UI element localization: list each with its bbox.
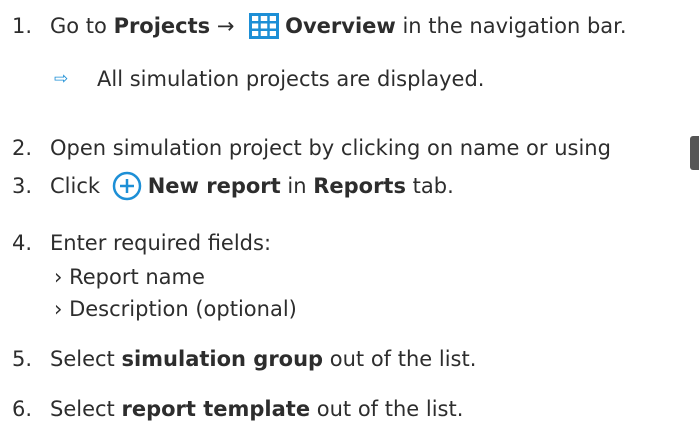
step-5: 5. Select simulation group out of the li… — [0, 346, 699, 372]
overview-label: Overview — [285, 14, 396, 38]
step-number: 4. — [12, 231, 33, 255]
step-text: Select report template out of the list. — [50, 397, 464, 421]
grid-table-icon — [249, 13, 280, 39]
step-1: 1. Go to Projects → Overview in the navi… — [0, 13, 699, 39]
step-number: 5. — [12, 347, 33, 371]
new-report-label: New report — [147, 174, 281, 198]
step-number: 1. — [12, 14, 33, 38]
step-3: 3. Click New report in Reports tab. — [0, 171, 699, 201]
step-text: Enter required fields: — [50, 231, 272, 255]
reports-label: Reports — [313, 174, 406, 198]
report-name-item: › Report name — [54, 265, 205, 289]
step-number: 3. — [12, 174, 33, 198]
step-2: 2. Open simulation project by clicking o… — [0, 135, 699, 161]
step-1-result: ⇨ All simulation projects are displayed. — [0, 66, 699, 92]
report-template-label: report template — [121, 397, 311, 421]
result-arrow-icon: ⇨ — [54, 69, 69, 89]
list-item: › Report name — [0, 264, 699, 290]
step-text: Go to Projects → Overview in the navigat… — [50, 13, 627, 39]
projects-label: Projects — [113, 14, 211, 38]
result-text: All simulation projects are displayed. — [97, 67, 485, 91]
plus-circle-icon — [112, 171, 142, 201]
cut-off-icon — [690, 136, 699, 170]
step-6: 6. Select report template out of the lis… — [0, 396, 699, 422]
description-item: › Description (optional) — [54, 297, 297, 321]
simulation-group-label: simulation group — [121, 347, 324, 371]
list-item: › Description (optional) — [0, 296, 699, 322]
step-4: 4. Enter required fields: — [0, 230, 699, 256]
step-text: Open simulation project by clicking on n… — [50, 136, 611, 160]
step-text: Select simulation group out of the list. — [50, 347, 477, 371]
step-text: Click New report in Reports tab. — [50, 171, 454, 201]
step-number: 2. — [12, 136, 33, 160]
step-number: 6. — [12, 397, 33, 421]
